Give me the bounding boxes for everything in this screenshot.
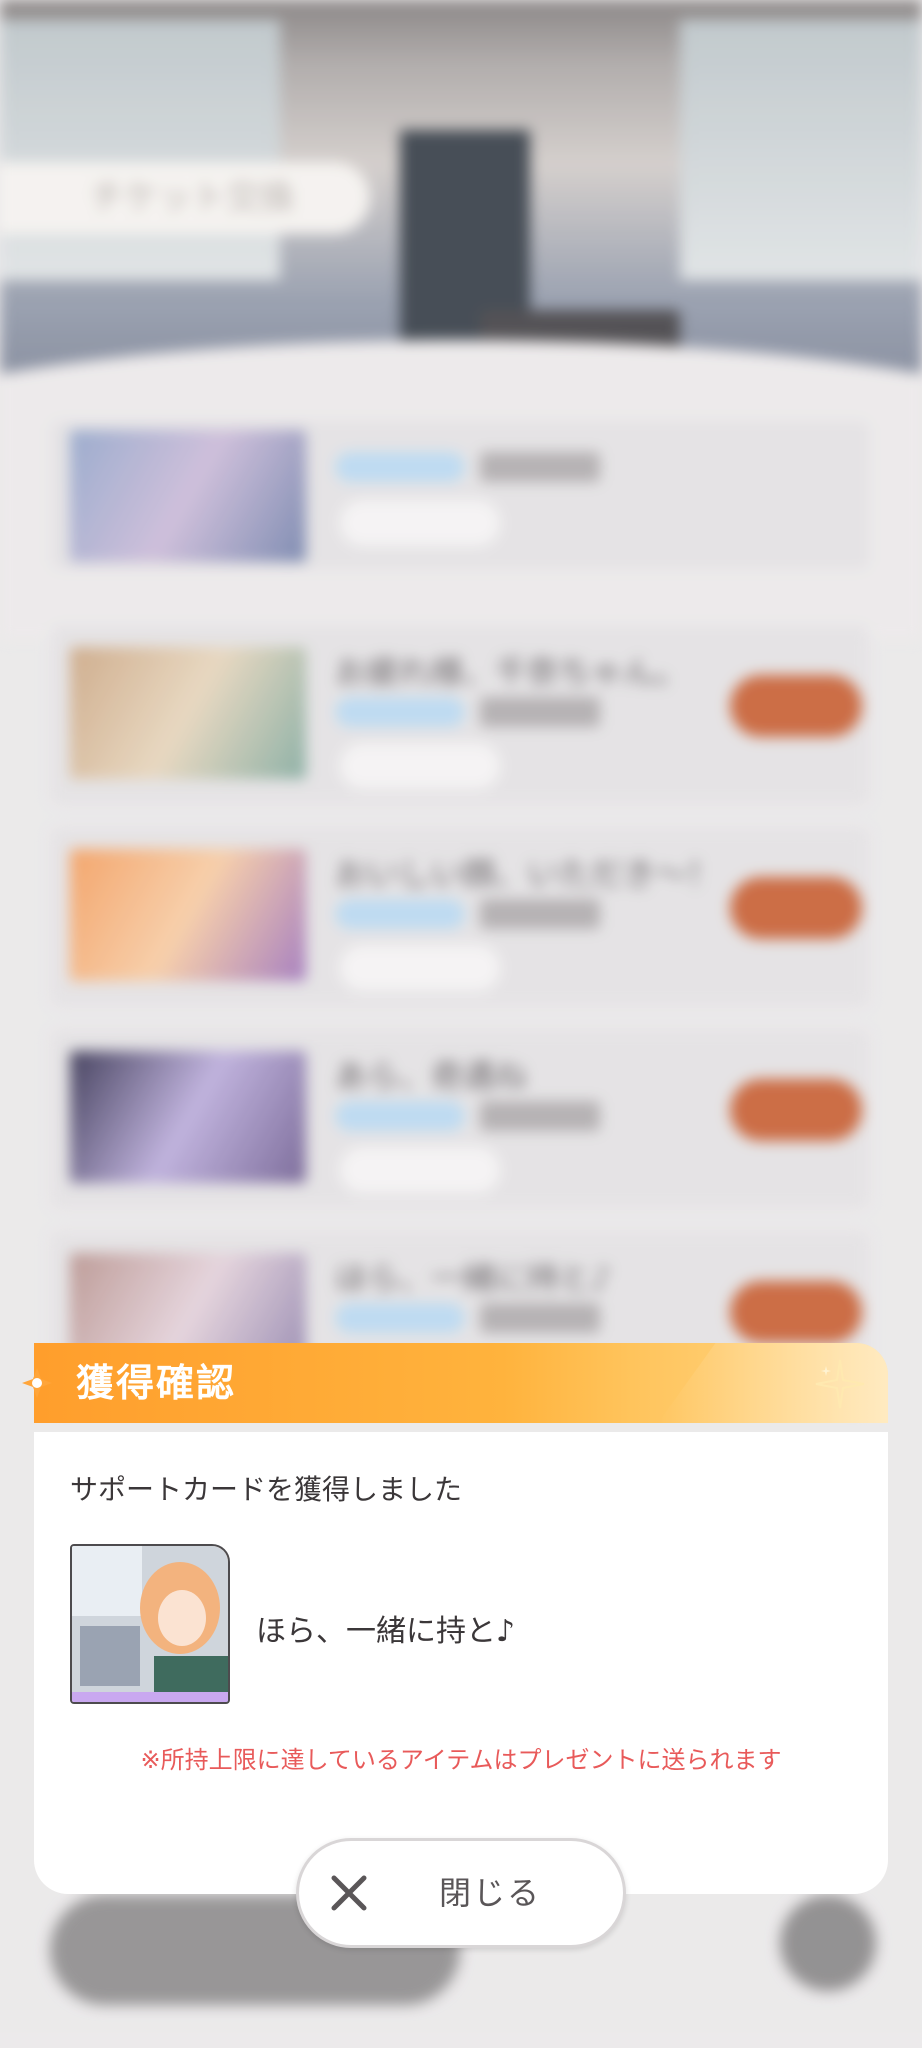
sparkle-icon bbox=[815, 1359, 865, 1409]
card-name: ほら、一緒に持と♪ bbox=[256, 1614, 516, 1649]
close-button-label: 閉じる bbox=[439, 1874, 542, 1912]
dialog-message: サポートカードを獲得しました bbox=[70, 1473, 463, 1506]
close-button[interactable]: 閉じる bbox=[296, 1838, 626, 1948]
dialog-title: 獲得確認 bbox=[76, 1361, 237, 1405]
card-art bbox=[72, 1546, 228, 1702]
warning-text: ※所持上限に達しているアイテムはプレゼントに送られます bbox=[140, 1746, 782, 1774]
close-icon bbox=[331, 1875, 367, 1911]
diamond-icon bbox=[22, 1368, 52, 1398]
dialog-body: サポートカードを獲得しました ほら、一緒に持と♪ ※所持上限に達しているアイテム… bbox=[34, 1432, 888, 1894]
support-card-thumbnail bbox=[70, 1544, 230, 1704]
dialog-header: 獲得確認 bbox=[34, 1343, 888, 1423]
